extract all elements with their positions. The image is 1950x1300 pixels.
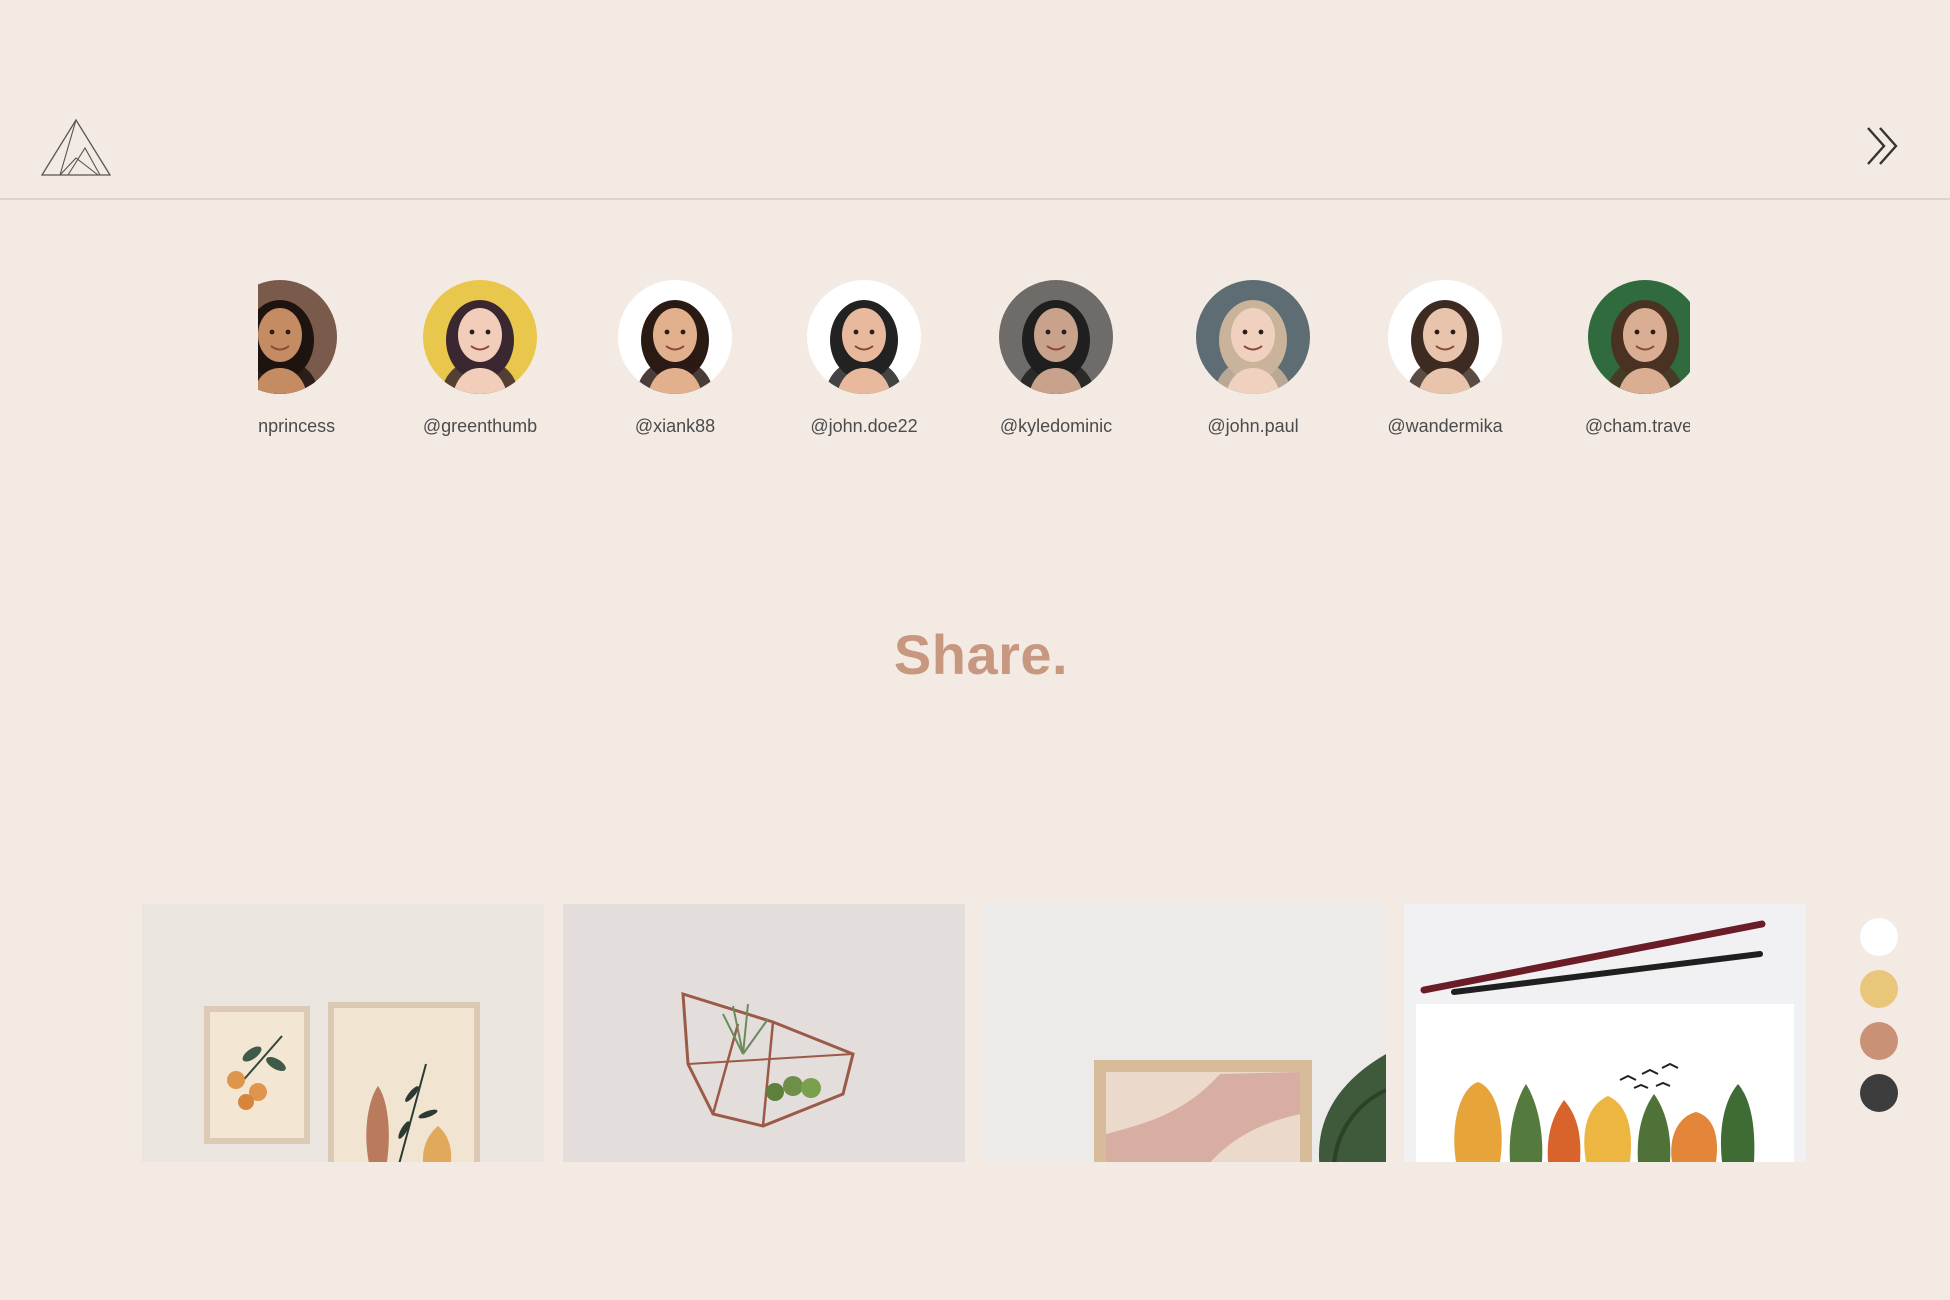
color-swatch[interactable] xyxy=(1860,1022,1898,1060)
user-handle[interactable]: @wandermika xyxy=(1365,416,1525,437)
user-item[interactable]: @greenthumb xyxy=(400,278,560,448)
user-item[interactable]: @cham.travels xyxy=(1565,278,1690,448)
triangle-logo-icon[interactable] xyxy=(40,118,112,178)
gallery-image xyxy=(204,1002,480,1162)
gallery-card-autumn-trees-watercolor[interactable] xyxy=(1404,904,1806,1162)
user-item[interactable]: @wandermika xyxy=(1365,278,1525,448)
gallery-card-framed-botanical-prints[interactable] xyxy=(142,904,544,1162)
user-handle[interactable]: @kyledominic xyxy=(976,416,1136,437)
user-avatar[interactable] xyxy=(618,280,732,394)
user-avatar[interactable] xyxy=(807,280,921,394)
user-item[interactable]: @mnprincess xyxy=(258,278,360,448)
gallery-card-glass-terrarium-shelf[interactable] xyxy=(563,904,965,1162)
user-avatar[interactable] xyxy=(999,280,1113,394)
user-item[interactable]: @kyledominic xyxy=(976,278,1136,448)
user-handle[interactable]: @mnprincess xyxy=(258,416,360,437)
user-handle[interactable]: @greenthumb xyxy=(400,416,560,437)
user-item[interactable]: @john.doe22 xyxy=(784,278,944,448)
user-item[interactable]: @john.paul xyxy=(1173,278,1333,448)
gallery-image xyxy=(1094,1054,1386,1162)
color-swatch[interactable] xyxy=(1860,970,1898,1008)
user-carousel[interactable]: @mnprincess @greenthumb @xiank88 @john.doe2… xyxy=(258,278,1690,448)
user-avatar[interactable] xyxy=(1388,280,1502,394)
page-headline: Share. xyxy=(893,623,1069,686)
user-handle[interactable]: @john.doe22 xyxy=(784,416,944,437)
gallery-image xyxy=(1416,920,1794,1162)
user-handle[interactable]: @john.paul xyxy=(1173,416,1333,437)
user-avatar[interactable] xyxy=(423,280,537,394)
user-handle[interactable]: @xiank88 xyxy=(595,416,755,437)
user-handle[interactable]: @cham.travels xyxy=(1565,416,1690,437)
top-bar xyxy=(0,0,1950,200)
gallery-card-wood-frame-abstract-print[interactable] xyxy=(984,904,1386,1162)
color-swatch[interactable] xyxy=(1860,918,1898,956)
gallery-image xyxy=(681,991,855,1128)
user-avatar[interactable] xyxy=(1196,280,1310,394)
color-swatch[interactable] xyxy=(1860,1074,1898,1112)
double-chevron-right-icon[interactable] xyxy=(1862,124,1902,168)
user-avatar[interactable] xyxy=(1588,280,1690,394)
user-item[interactable]: @xiank88 xyxy=(595,278,755,448)
user-avatar[interactable] xyxy=(258,280,337,394)
